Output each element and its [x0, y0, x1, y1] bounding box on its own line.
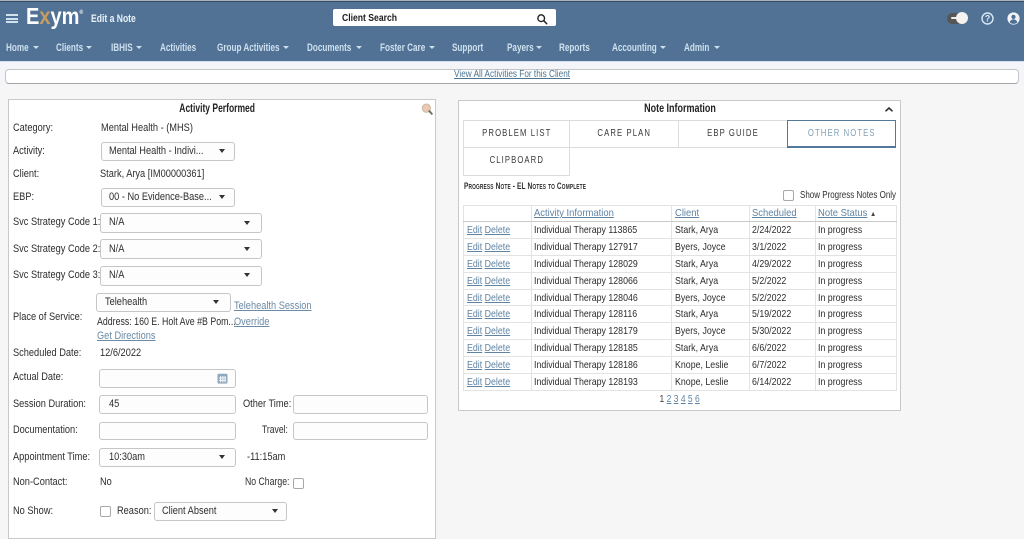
svg-text:?: ?: [985, 14, 990, 24]
